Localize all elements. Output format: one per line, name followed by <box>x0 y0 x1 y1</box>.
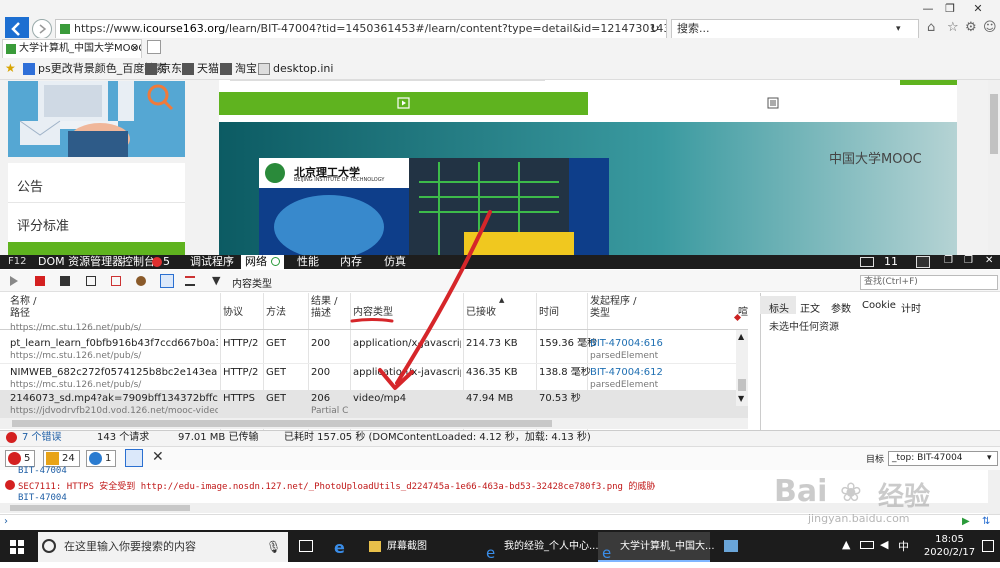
taskbar-app-screenshot[interactable]: 屏幕截图 <box>365 532 475 562</box>
annotation-underline <box>350 318 394 323</box>
notification-icon[interactable] <box>982 540 994 552</box>
taskbar-app-ie-jingyan[interactable]: e 我的经验_个人中心... <box>482 532 599 562</box>
edge-icon[interactable]: e <box>334 538 345 557</box>
task-view-icon[interactable] <box>299 540 313 552</box>
taskbar-search-input[interactable]: 在这里输入你要搜索的内容 🎙 <box>38 532 288 562</box>
ie-icon: e <box>486 544 496 562</box>
annotation-overlay <box>350 210 492 390</box>
battery-icon[interactable] <box>860 541 874 549</box>
microphone-icon[interactable]: 🎙 <box>266 532 281 562</box>
taskbar-app-icon[interactable] <box>724 540 738 552</box>
network-icon[interactable]: ▲ <box>842 538 850 551</box>
folder-icon <box>369 541 381 552</box>
system-clock[interactable]: 18:05 2020/2/17 <box>922 533 977 559</box>
windows-start-icon[interactable] <box>10 540 24 554</box>
cortana-icon <box>42 539 56 553</box>
taskbar-app-ie-mooc[interactable]: e 大学计算机_中国大... <box>598 532 715 562</box>
volume-icon[interactable]: ◀ <box>880 538 888 551</box>
annotation-arrowhead <box>378 368 414 390</box>
ie-icon: e <box>602 544 612 562</box>
annotation-arrow <box>395 210 492 385</box>
ime-icon[interactable]: 中 <box>898 538 909 554</box>
